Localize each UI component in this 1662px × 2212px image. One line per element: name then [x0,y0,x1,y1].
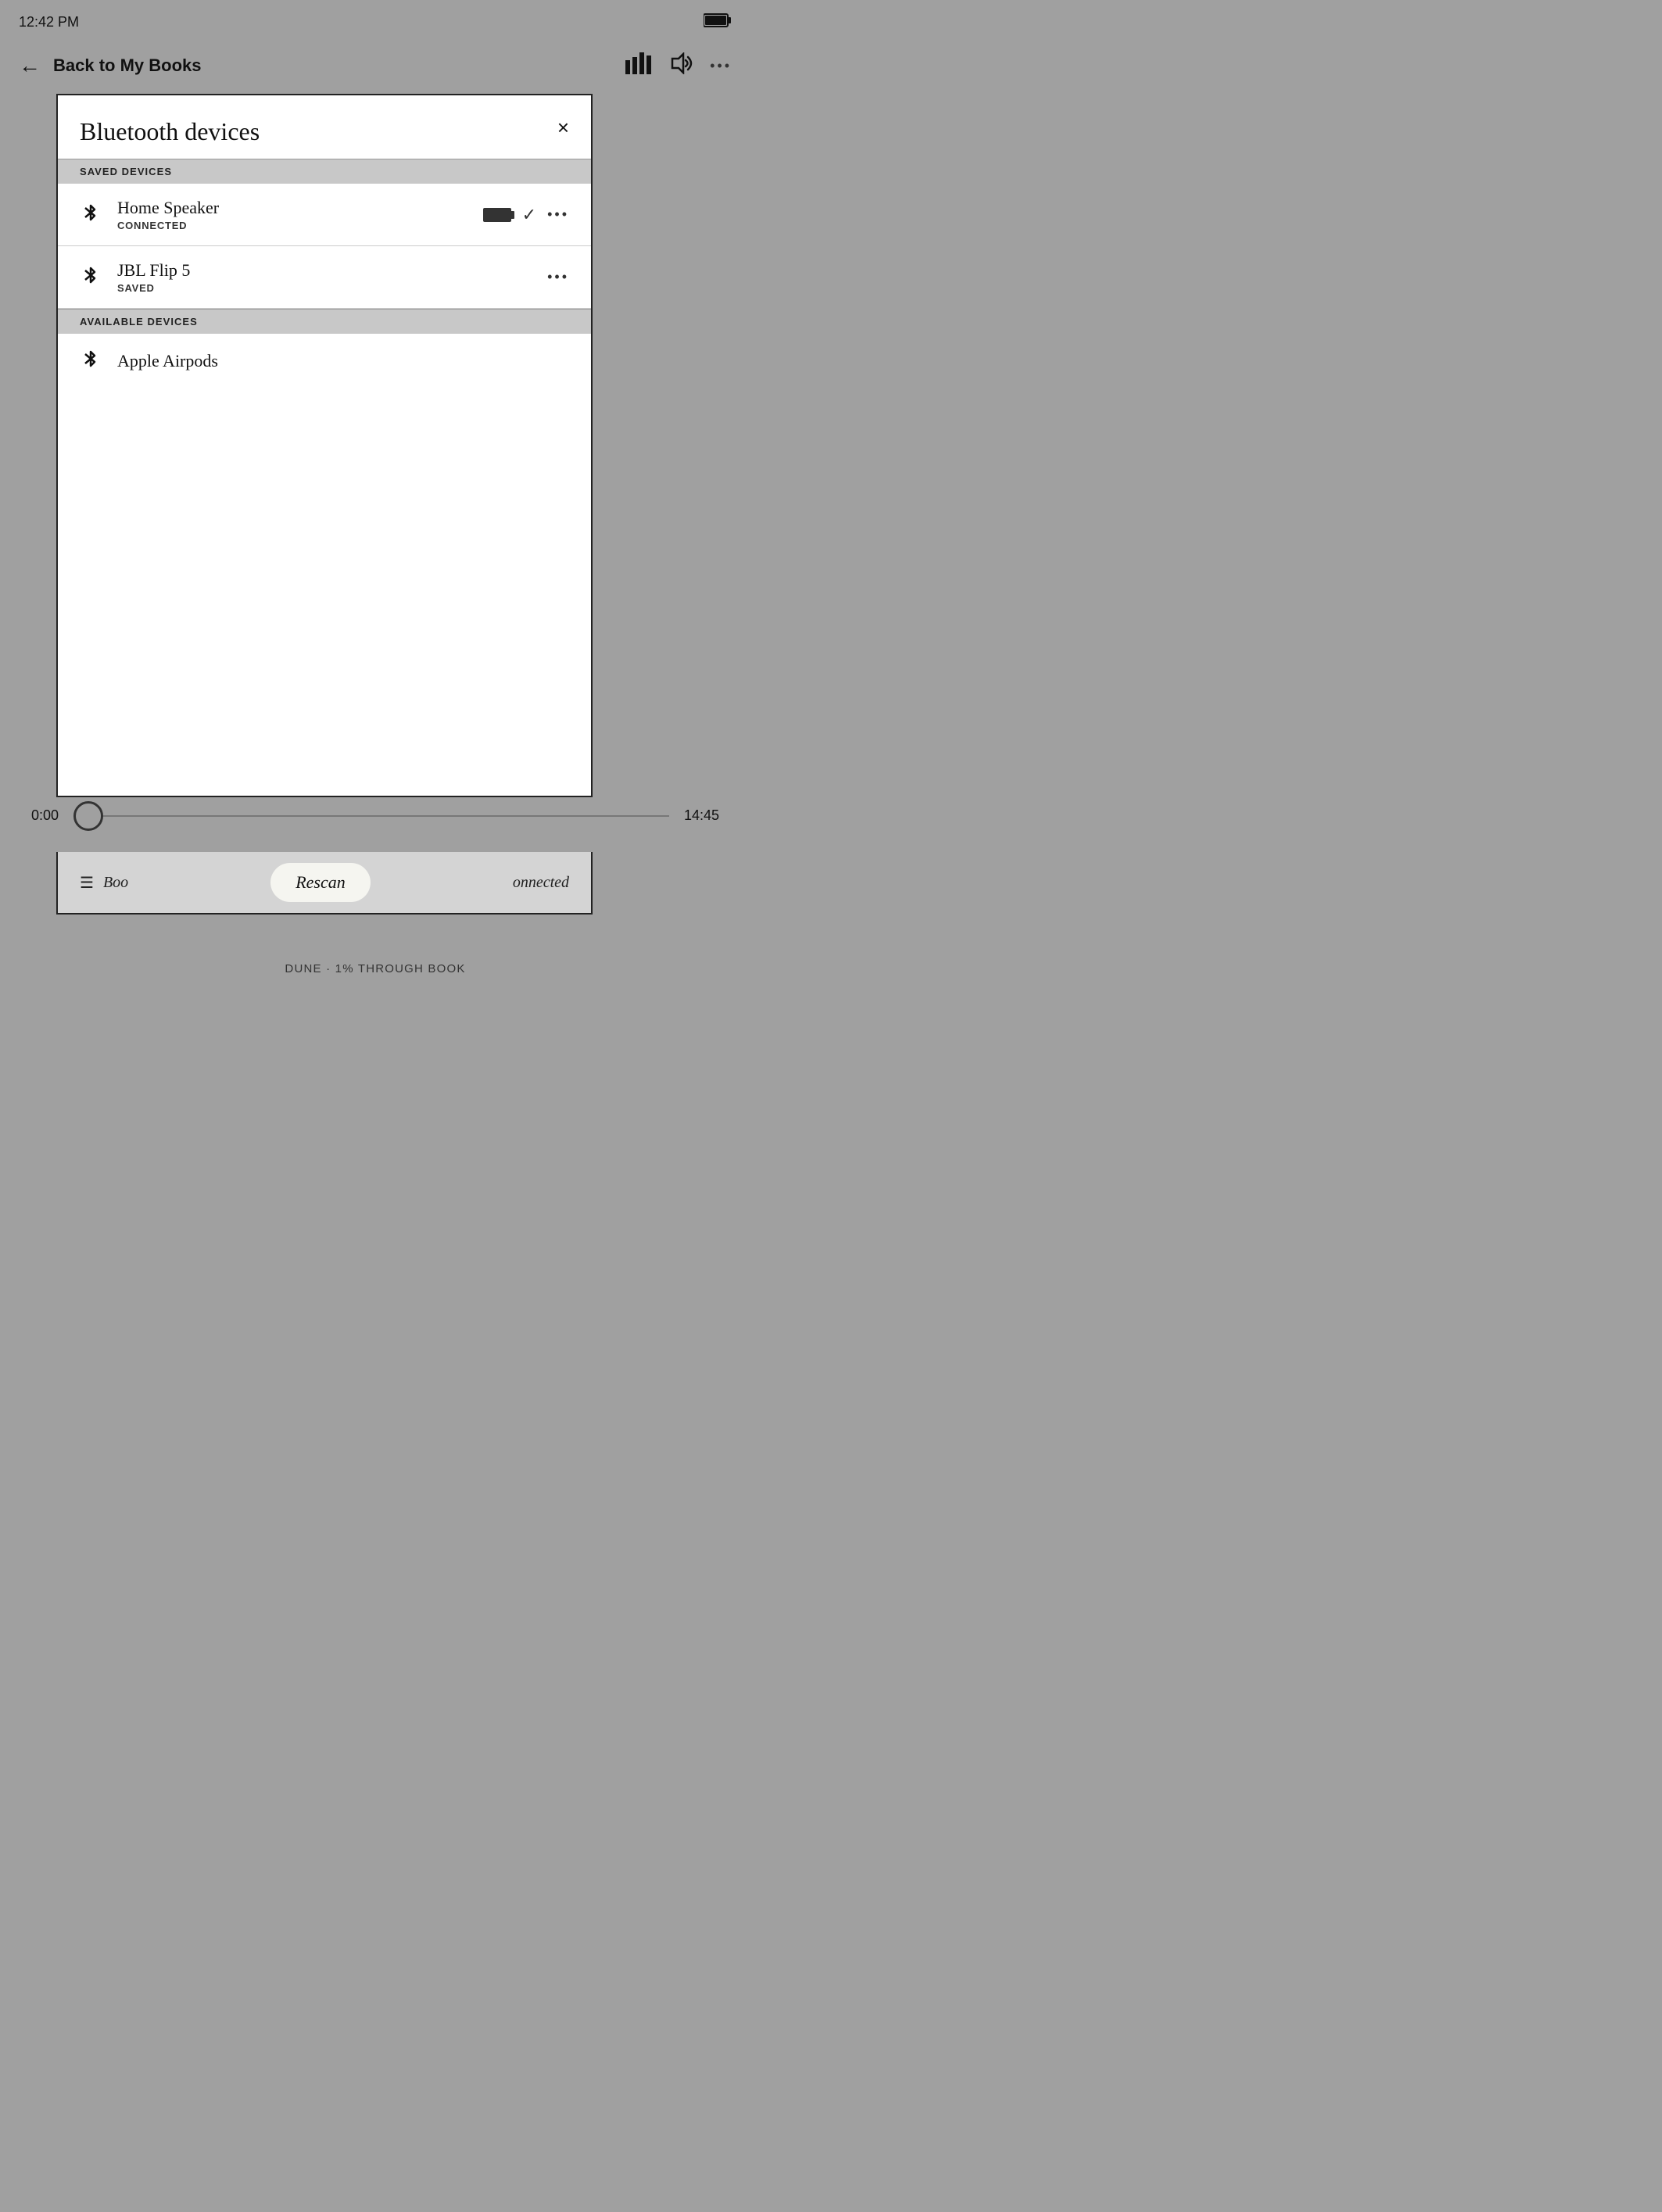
bottom-bar: ☰ Boo Rescan onnected [56,852,593,915]
nav-bar: ← Back to My Books ••• [0,41,750,91]
device-jbl-flip5: JBL Flip 5 SAVED ••• [58,246,591,309]
rescan-button[interactable]: Rescan [270,863,371,902]
home-speaker-status: CONNECTED [117,220,467,231]
bluetooth-icon-jbl [80,264,102,291]
back-arrow-icon[interactable]: ← [19,53,41,78]
status-bar: 12:42 PM [0,0,750,41]
saved-devices-header: SAVED DEVICES [58,159,591,184]
time-start: 0:00 [31,807,75,824]
chart-icon[interactable] [625,52,652,80]
volume-icon[interactable] [668,52,694,80]
status-time: 12:42 PM [19,14,79,30]
available-devices-header: AVAILABLE DEVICES [58,309,591,334]
time-end: 14:45 [675,807,719,824]
bottom-book-label: Boo [103,874,128,892]
footer-text: DUNE · 1% THROUGH BOOK [0,962,750,975]
nav-title: Back to My Books [53,55,202,76]
list-icon: ☰ [80,873,94,893]
jbl-actions: ••• [547,269,569,285]
jbl-info: JBL Flip 5 SAVED [117,260,532,294]
bluetooth-icon-home-speaker [80,202,102,228]
jbl-name: JBL Flip 5 [117,260,532,281]
jbl-more[interactable]: ••• [547,269,569,285]
modal-title: Bluetooth devices [80,117,260,146]
airpods-name: Apple Airpods [117,351,569,371]
battery-icon [704,13,732,31]
airpods-info: Apple Airpods [117,351,569,371]
bottom-connected-label: onnected [513,874,569,892]
device-home-speaker: Home Speaker CONNECTED ✓ ••• [58,184,591,246]
home-speaker-more[interactable]: ••• [547,206,569,223]
home-speaker-name: Home Speaker [117,198,467,218]
bluetooth-modal: Bluetooth devices × SAVED DEVICES Home S… [56,94,593,797]
progress-thumb[interactable] [73,801,103,831]
home-speaker-check: ✓ [522,205,536,225]
home-speaker-battery [483,208,511,222]
home-speaker-info: Home Speaker CONNECTED [117,198,467,231]
bluetooth-icon-airpods [80,348,102,374]
bottom-left: ☰ Boo [80,873,128,893]
close-button[interactable]: × [557,117,569,138]
device-apple-airpods: Apple Airpods [58,334,591,388]
progress-track[interactable] [81,815,669,817]
jbl-status: SAVED [117,282,532,294]
more-options-icon[interactable]: ••• [710,58,732,74]
home-speaker-actions: ✓ ••• [483,205,569,225]
